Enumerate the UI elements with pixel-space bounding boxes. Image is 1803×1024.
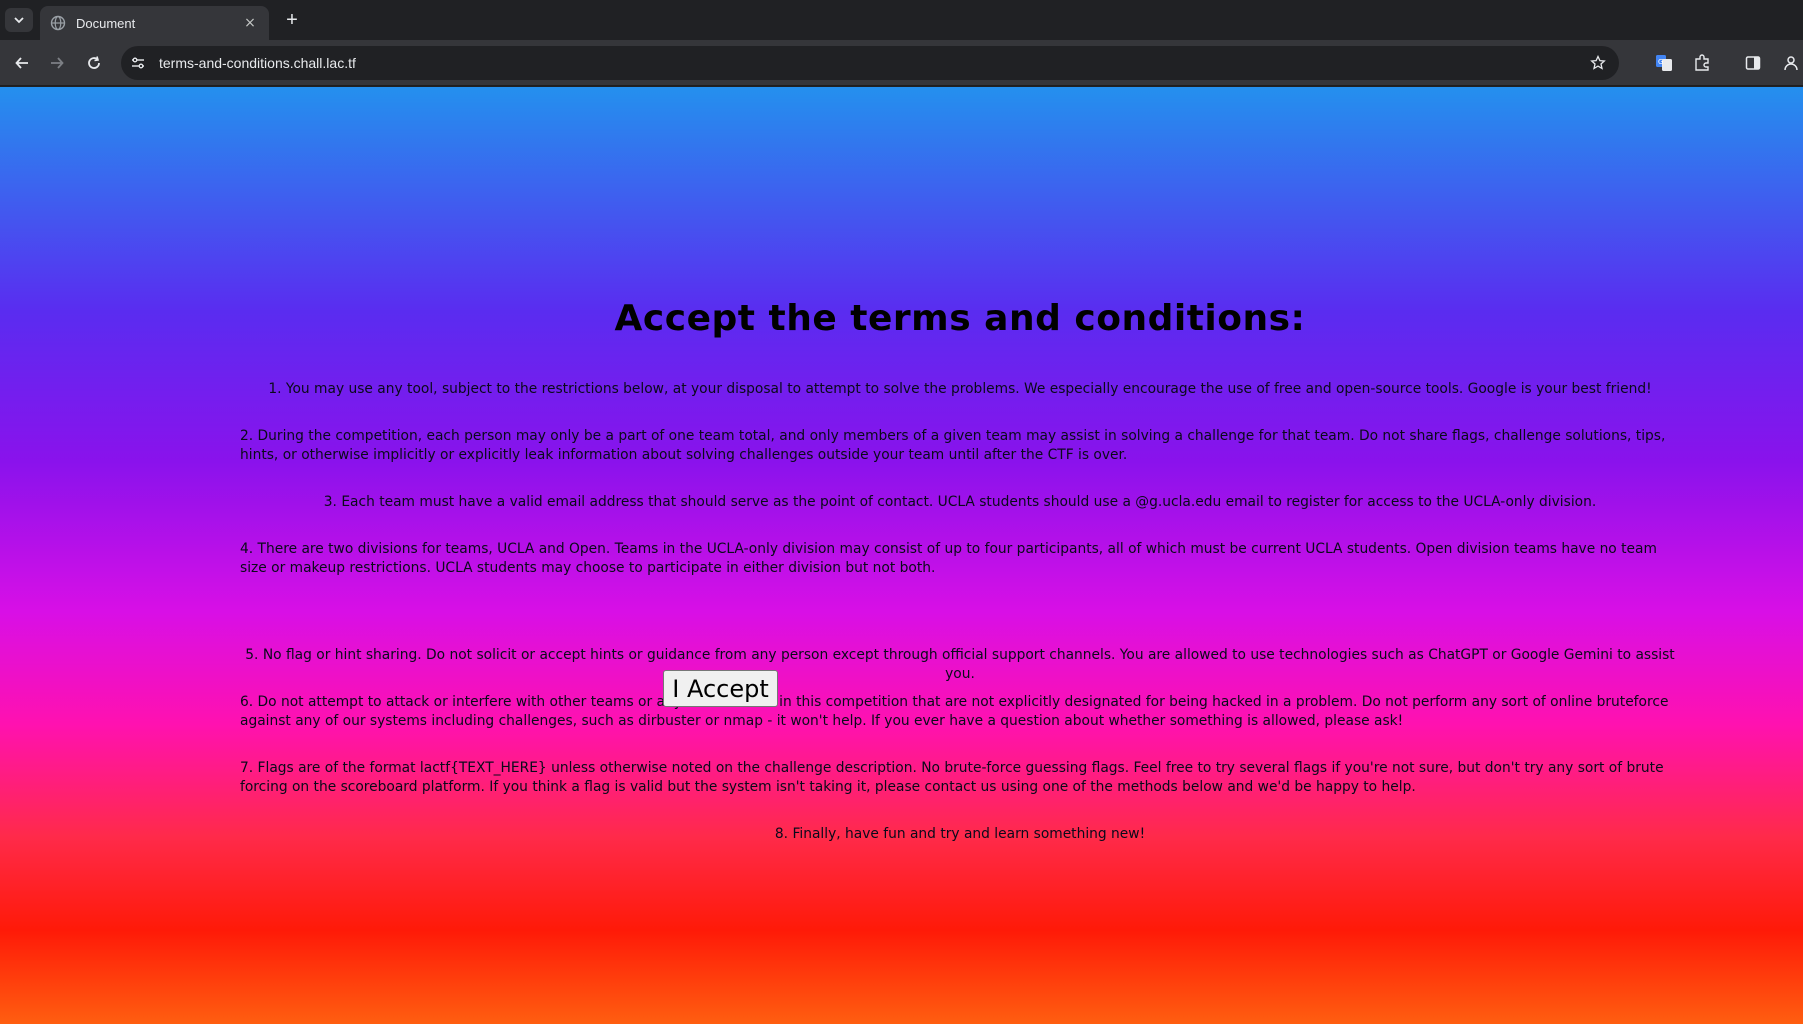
- browser-toolbar: terms-and-conditions.chall.lac.tf G: [0, 40, 1803, 86]
- url-text[interactable]: terms-and-conditions.chall.lac.tf: [159, 55, 1585, 71]
- term-3: 3. Each team must have a valid email add…: [323, 494, 1597, 510]
- tab-strip: Document × +: [0, 0, 1803, 40]
- profile-icon[interactable]: [1779, 51, 1803, 75]
- accept-button[interactable]: I Accept: [663, 670, 778, 707]
- translate-icon[interactable]: G: [1652, 51, 1676, 75]
- page-title: Accept the terms and conditions:: [614, 298, 1306, 339]
- term-5: 5. No flag or hint sharing. Do not solic…: [245, 647, 1675, 682]
- term-2: 2. During the competition, each person m…: [240, 428, 1666, 463]
- star-icon[interactable]: [1585, 50, 1611, 76]
- term-7: 7. Flags are of the format lactf{TEXT_HE…: [240, 760, 1664, 795]
- forward-arrow-icon[interactable]: [43, 49, 71, 77]
- address-bar[interactable]: terms-and-conditions.chall.lac.tf: [121, 46, 1619, 80]
- side-panel-icon[interactable]: [1741, 51, 1765, 75]
- tab-search-icon[interactable]: [5, 8, 33, 32]
- term-6: 6. Do not attempt to attack or interfere…: [240, 694, 1669, 729]
- back-arrow-icon[interactable]: [8, 49, 36, 77]
- term-4: 4. There are two divisions for teams, UC…: [240, 541, 1657, 576]
- globe-icon: [50, 15, 66, 31]
- term-1: 1. You may use any tool, subject to the …: [268, 381, 1652, 397]
- plus-icon[interactable]: +: [281, 9, 303, 31]
- term-8: 8. Finally, have fun and try and learn s…: [774, 826, 1146, 842]
- tab-document[interactable]: Document ×: [40, 6, 269, 40]
- tab-title: Document: [76, 15, 136, 31]
- close-icon[interactable]: ×: [241, 14, 259, 32]
- svg-text:G: G: [1658, 58, 1663, 66]
- extensions-icon[interactable]: [1690, 51, 1714, 75]
- site-info-icon[interactable]: [125, 50, 151, 76]
- reload-icon[interactable]: [80, 49, 108, 77]
- page-viewport: Accept the terms and conditions: 1. You …: [0, 87, 1803, 1024]
